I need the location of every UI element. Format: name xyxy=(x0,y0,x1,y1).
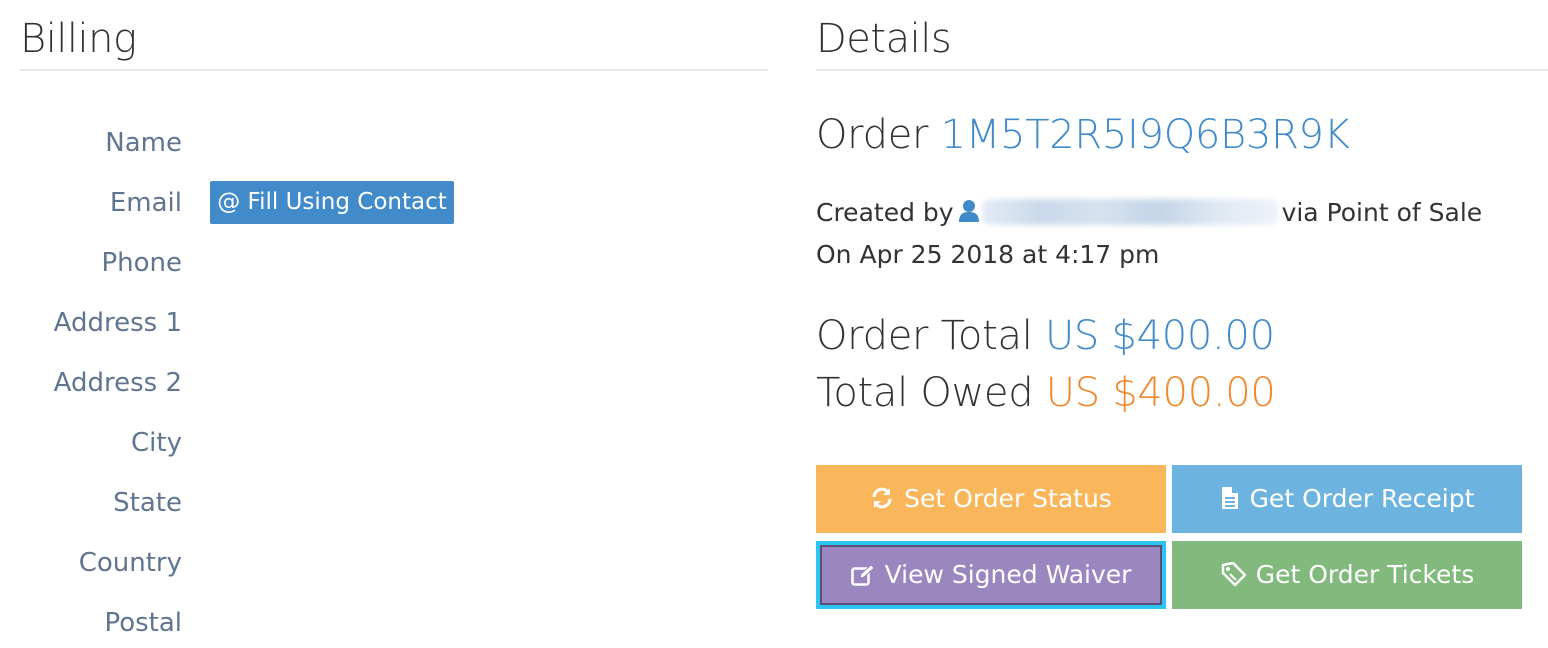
refresh-icon xyxy=(872,487,892,509)
ticket-icon xyxy=(1221,561,1246,587)
created-on-line: On Apr 25 2018 at 4:17 pm xyxy=(816,240,1160,269)
order-total-label: Order Total xyxy=(816,313,1033,359)
billing-row-state: State xyxy=(20,481,768,525)
order-prefix: Order xyxy=(816,112,929,158)
view-signed-waiver-label: View Signed Waiver xyxy=(884,560,1132,589)
created-by-prefix: Created by xyxy=(816,198,954,227)
state-label: State xyxy=(113,488,182,518)
details-title: Details xyxy=(816,16,952,62)
created-via: via Point of Sale xyxy=(1281,198,1483,227)
billing-row-phone: Phone xyxy=(20,241,768,285)
billing-row-city: City xyxy=(20,421,768,465)
email-label: Email xyxy=(109,188,182,218)
billing-row-address1: Address 1 xyxy=(20,301,768,345)
billing-panel: Billing Name Email @ Fill Using Contact … xyxy=(20,0,768,638)
details-panel: Details Order 1M5T2R5I9Q6B3R9K Created b… xyxy=(816,0,1548,609)
total-owed-value: US $400.00 xyxy=(1045,370,1276,416)
billing-row-postal: Postal xyxy=(20,601,768,645)
get-order-receipt-button[interactable]: Get Order Receipt xyxy=(1172,465,1522,533)
created-by-line: Created by via Point of Sale xyxy=(816,198,1482,227)
set-order-status-label: Set Order Status xyxy=(904,484,1112,513)
billing-row-address2: Address 2 xyxy=(20,361,768,405)
order-heading: Order 1M5T2R5I9Q6B3R9K xyxy=(816,112,1350,158)
view-signed-waiver-button[interactable]: View Signed Waiver xyxy=(816,541,1166,609)
city-label: City xyxy=(131,428,182,458)
get-order-tickets-button[interactable]: Get Order Tickets xyxy=(1172,541,1522,609)
order-id-link[interactable]: 1M5T2R5I9Q6B3R9K xyxy=(941,112,1350,158)
document-icon xyxy=(1221,487,1238,509)
order-total-value: US $400.00 xyxy=(1044,313,1275,359)
get-order-tickets-label: Get Order Tickets xyxy=(1255,560,1475,589)
fill-using-contact-button[interactable]: @ Fill Using Contact xyxy=(210,181,454,224)
get-order-receipt-label: Get Order Receipt xyxy=(1249,484,1475,513)
name-label: Name xyxy=(105,128,182,158)
total-owed-label: Total Owed xyxy=(816,370,1034,416)
billing-divider xyxy=(20,69,768,71)
billing-row-country: Country xyxy=(20,541,768,585)
creator-name-redacted[interactable] xyxy=(981,199,1278,225)
billing-row-email: Email @ Fill Using Contact xyxy=(20,181,768,225)
order-page: Billing Name Email @ Fill Using Contact … xyxy=(0,0,1548,648)
phone-label: Phone xyxy=(101,248,182,278)
postal-label: Postal xyxy=(104,608,182,638)
billing-title: Billing xyxy=(20,16,137,62)
billing-row-name: Name xyxy=(20,121,768,165)
order-total-line: Order Total US $400.00 xyxy=(816,313,1275,359)
details-divider xyxy=(816,69,1548,71)
address1-label: Address 1 xyxy=(53,308,182,338)
address2-label: Address 2 xyxy=(53,368,182,398)
edit-icon xyxy=(850,564,875,586)
total-owed-line: Total Owed US $400.00 xyxy=(816,370,1276,416)
country-label: Country xyxy=(78,548,182,578)
set-order-status-button[interactable]: Set Order Status xyxy=(816,465,1166,533)
user-icon xyxy=(958,199,980,223)
